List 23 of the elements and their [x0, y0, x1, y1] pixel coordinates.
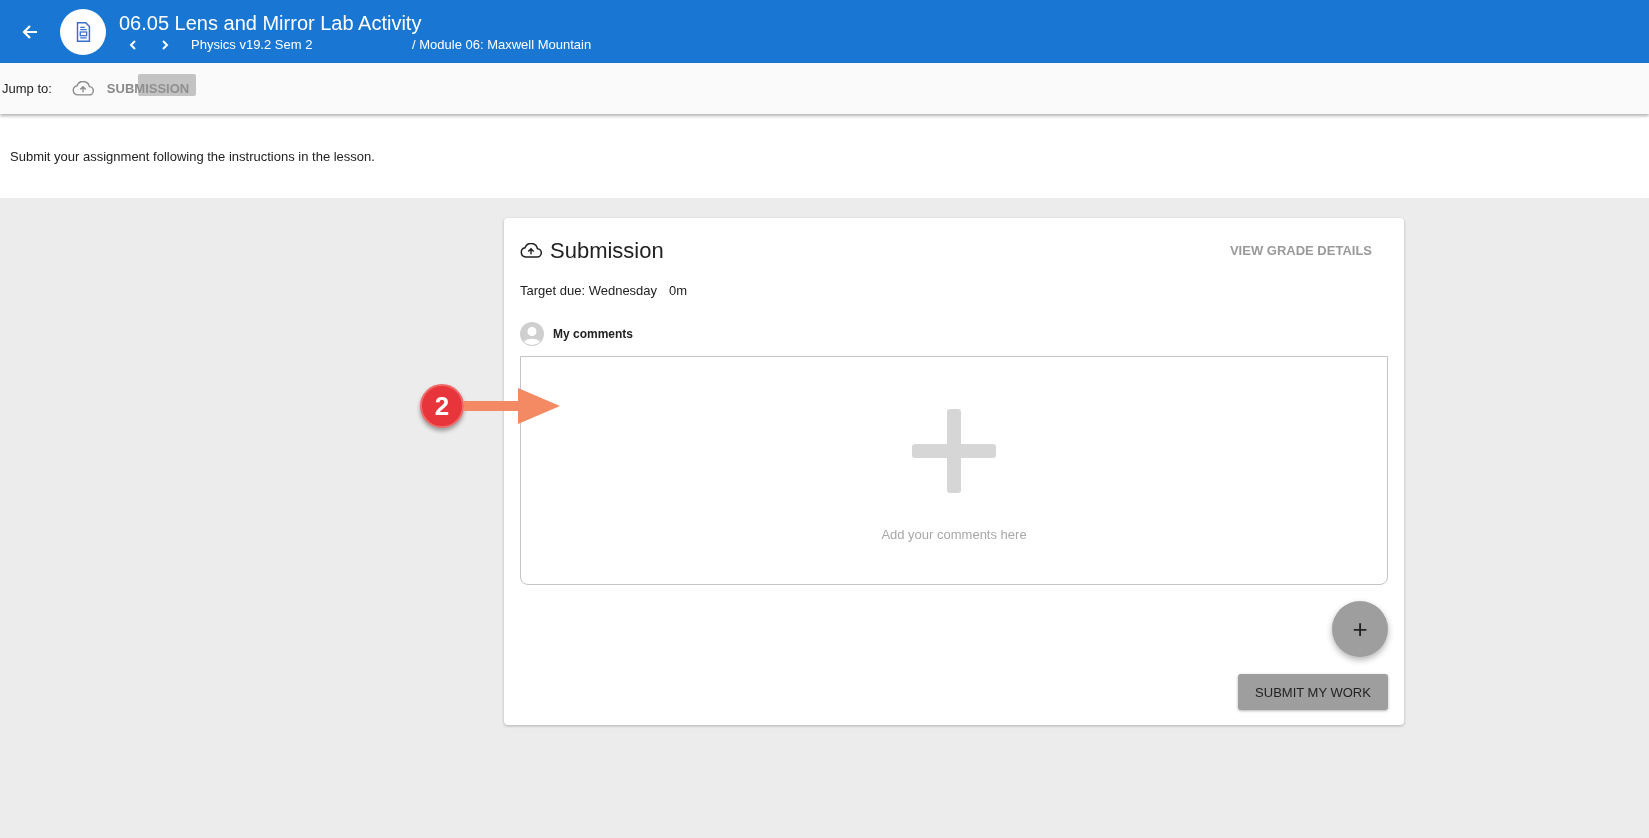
view-grade-details-link[interactable]: VIEW GRADE DETAILS: [1229, 243, 1372, 258]
cloud-upload-icon: [520, 243, 542, 258]
cloud-upload-icon: [71, 81, 94, 96]
comment-input-area[interactable]: Add your comments here: [520, 356, 1388, 585]
arrow-icon: [464, 386, 560, 426]
document-icon: [60, 8, 106, 55]
step-badge: 2: [420, 384, 464, 428]
instructions-text: Submit your assignment following the instructions in the lesson.: [10, 148, 375, 164]
due-label: Target due: Wednesday: [520, 283, 658, 298]
plus-icon: [912, 409, 996, 493]
avatar-icon: [520, 322, 544, 346]
next-icon[interactable]: [159, 38, 171, 51]
due-time: 0m: [669, 283, 688, 298]
card-title: Submission: [550, 237, 664, 264]
add-button[interactable]: +: [1332, 601, 1388, 657]
submit-button[interactable]: SUBMIT MY WORK: [1238, 674, 1388, 710]
module-name[interactable]: / Module 06: Maxwell Mountain: [412, 37, 592, 52]
jump-label: Jump to:: [2, 81, 52, 96]
page-title: 06.05 Lens and Mirror Lab Activity: [119, 11, 423, 35]
comments-label: My comments: [553, 327, 634, 341]
comment-placeholder: Add your comments here: [881, 527, 1027, 542]
course-name[interactable]: Physics v19.2 Sem 2: [191, 37, 412, 52]
previous-icon[interactable]: [127, 38, 139, 51]
